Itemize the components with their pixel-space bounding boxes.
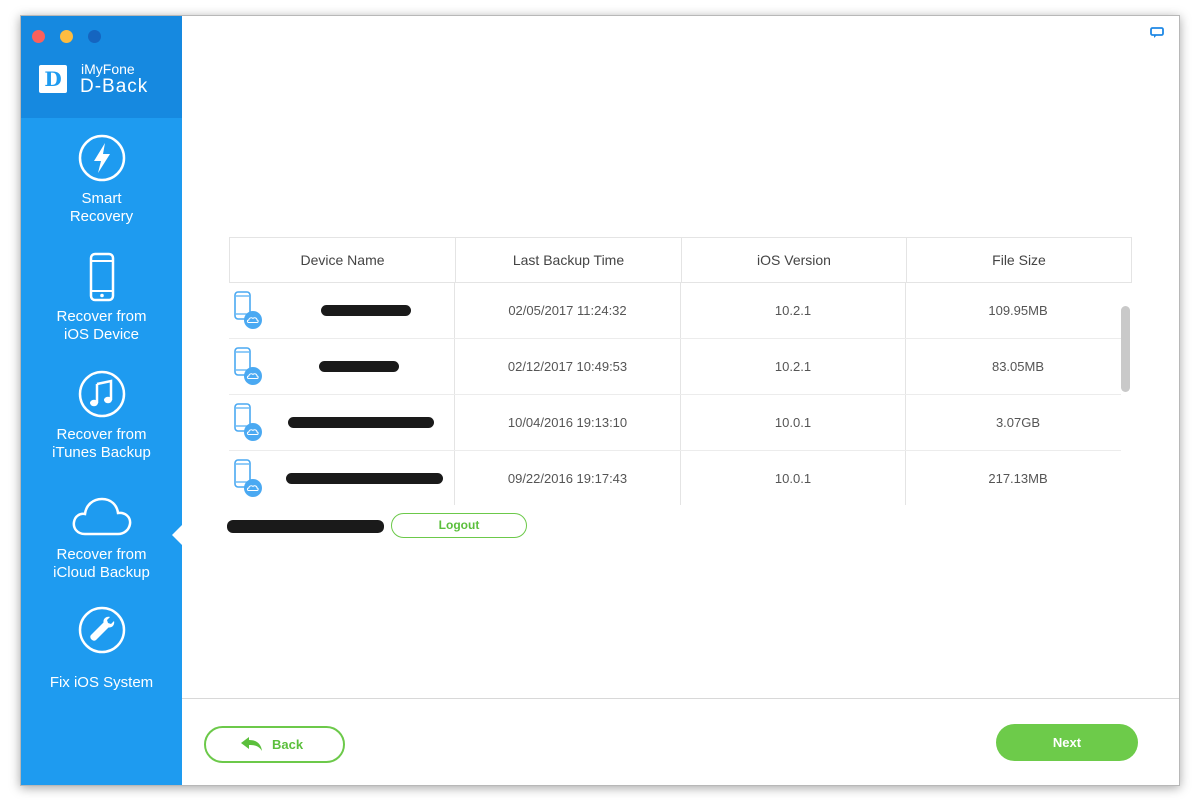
app-window: D iMyFone D-Back Smart Recovery Recover … bbox=[20, 15, 1180, 786]
device-name-cell bbox=[229, 451, 455, 505]
iphone-cloud-icon bbox=[234, 459, 262, 497]
back-button-label: Back bbox=[272, 737, 304, 752]
sidebar-item-label: Recover from bbox=[56, 546, 147, 563]
sidebar-item-label: iTunes Backup bbox=[52, 444, 151, 461]
sidebar-item-label: iCloud Backup bbox=[53, 564, 150, 581]
sidebar-item-recover-itunes[interactable]: Recover from iTunes Backup bbox=[21, 370, 182, 470]
backup-time-cell: 09/22/2016 19:17:43 bbox=[455, 451, 681, 505]
lightning-icon bbox=[78, 134, 125, 182]
table-row[interactable]: 10/04/2016 19:13:10 10.0.1 3.07GB bbox=[229, 395, 1121, 451]
ios-version-cell: 10.2.1 bbox=[681, 283, 906, 338]
sidebar-item-recover-icloud[interactable]: Recover from iCloud Backup bbox=[21, 496, 182, 596]
device-name-redacted bbox=[286, 473, 443, 484]
table-row[interactable]: 09/22/2016 19:17:43 10.0.1 217.13MB bbox=[229, 451, 1121, 505]
sidebar-item-fix-ios[interactable]: Fix iOS System bbox=[21, 606, 182, 696]
sidebar-item-label: Recovery bbox=[69, 208, 134, 225]
iphone-cloud-icon bbox=[234, 291, 262, 329]
sidebar-item-label: Smart bbox=[81, 190, 122, 207]
file-size-cell: 217.13MB bbox=[988, 471, 1048, 486]
file-size-cell: 3.07GB bbox=[995, 415, 1041, 430]
column-header-device-name[interactable]: Device Name bbox=[230, 238, 456, 282]
sidebar: D iMyFone D-Back Smart Recovery Recover … bbox=[21, 16, 182, 785]
ios-version-cell: 10.0.1 bbox=[681, 395, 906, 450]
device-name-cell bbox=[229, 395, 455, 450]
device-name-redacted bbox=[288, 417, 434, 428]
sidebar-item-label: Fix iOS System bbox=[49, 674, 154, 691]
backup-time-cell: 10/04/2016 19:13:10 bbox=[455, 395, 681, 450]
device-name-redacted bbox=[319, 361, 399, 372]
device-name-cell bbox=[229, 283, 455, 338]
close-window-button[interactable] bbox=[32, 30, 45, 43]
column-header-file-size[interactable]: File Size bbox=[907, 238, 1131, 282]
brand-name: iMyFone bbox=[81, 61, 135, 77]
feedback-icon[interactable] bbox=[1150, 27, 1164, 39]
sidebar-item-smart-recovery[interactable]: Smart Recovery bbox=[21, 134, 182, 234]
file-size-cell: 83.05MB bbox=[991, 359, 1045, 374]
account-email-redacted bbox=[227, 520, 384, 533]
active-indicator bbox=[172, 525, 182, 545]
music-note-icon bbox=[78, 370, 125, 418]
zoom-window-button[interactable] bbox=[88, 30, 101, 43]
table-row[interactable]: 02/05/2017 11:24:32 10.2.1 109.95MB bbox=[229, 283, 1121, 339]
sidebar-item-label: iOS Device bbox=[63, 326, 140, 343]
sidebar-header: D iMyFone D-Back bbox=[21, 16, 182, 118]
sidebar-item-label: Recover from bbox=[56, 426, 147, 443]
file-size-cell: 109.95MB bbox=[988, 303, 1048, 318]
ios-version-cell: 10.0.1 bbox=[681, 451, 906, 505]
footer-divider bbox=[182, 698, 1179, 699]
table-body: 02/05/2017 11:24:32 10.2.1 109.95MB 02/1… bbox=[229, 283, 1121, 505]
sidebar-item-label: Recover from bbox=[56, 308, 147, 325]
minimize-window-button[interactable] bbox=[60, 30, 73, 43]
logout-button[interactable]: Logout bbox=[391, 513, 527, 538]
backup-time-cell: 02/12/2017 10:49:53 bbox=[455, 339, 681, 394]
device-name-cell bbox=[229, 339, 455, 394]
app-logo: D bbox=[39, 65, 67, 93]
logo-letter: D bbox=[44, 67, 62, 91]
device-name-redacted bbox=[321, 305, 411, 316]
wrench-icon bbox=[78, 606, 125, 654]
iphone-icon bbox=[89, 252, 114, 302]
iphone-cloud-icon bbox=[234, 347, 262, 385]
product-name: D-Back bbox=[80, 76, 149, 97]
backup-time-cell: 02/05/2017 11:24:32 bbox=[455, 283, 681, 338]
ios-version-cell: 10.2.1 bbox=[681, 339, 906, 394]
iphone-cloud-icon bbox=[234, 403, 262, 441]
back-arrow-icon bbox=[241, 737, 262, 751]
sidebar-item-recover-ios-device[interactable]: Recover from iOS Device bbox=[21, 252, 182, 352]
column-header-ios-version[interactable]: iOS Version bbox=[682, 238, 907, 282]
table-header: Device Name Last Backup Time iOS Version… bbox=[229, 237, 1132, 283]
cloud-icon bbox=[72, 497, 131, 536]
next-button[interactable]: Next bbox=[996, 724, 1138, 761]
table-scrollbar[interactable] bbox=[1121, 306, 1130, 392]
table-row[interactable]: 02/12/2017 10:49:53 10.2.1 83.05MB bbox=[229, 339, 1121, 395]
back-button[interactable]: Back bbox=[204, 726, 345, 763]
column-header-backup-time[interactable]: Last Backup Time bbox=[456, 238, 682, 282]
